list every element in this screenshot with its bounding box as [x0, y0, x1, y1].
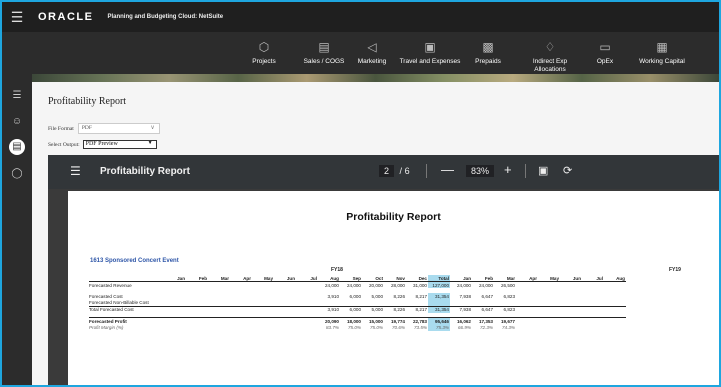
select-output-select[interactable]: PDF Preview [82, 140, 157, 149]
table-cell: 83.7% [325, 324, 339, 330]
table-cell: 70.6% [391, 324, 405, 330]
rotate-icon[interactable]: ⟳ [563, 164, 572, 177]
hamburger-menu-icon[interactable]: ☰ [2, 9, 32, 26]
table-cell: 75.0% [347, 324, 361, 330]
bag-icon[interactable]: ◯ [9, 166, 25, 182]
table-cell: 73.5% [413, 324, 427, 330]
select-output-row: Select Output: PDF Preview [48, 140, 157, 149]
table-cell: 75.0% [369, 324, 383, 330]
page-separator: / [399, 166, 403, 176]
table-cell [516, 324, 538, 331]
file-format-label: File Format [48, 125, 74, 132]
page-title: Profitability Report [48, 96, 127, 107]
select-output-label: Select Output: [48, 141, 80, 148]
table-row: Profit Margin (%) 83.7% 75.0% 75.0% 70.6% 73.… [89, 324, 626, 331]
fy19-label: FY19 [669, 267, 681, 273]
file-format-row: File Format PDF [48, 123, 160, 134]
report-title: Profitability Report [346, 211, 441, 223]
pdf-toolbar: ☰ Profitability Report 2 / 6 — 83% + ▣ ⟳ [48, 155, 719, 189]
table-cell [230, 324, 252, 331]
table-cell: 74.3% [501, 324, 515, 330]
toolbar-divider [426, 164, 427, 178]
oracle-logo: ORACLE [38, 11, 94, 23]
app-name: Planning and Budgeting Cloud: NetSuite [107, 14, 224, 20]
zoom-input[interactable]: 83% [466, 165, 495, 177]
table-cell: 72.3% [479, 324, 493, 330]
table-cell: 66.9% [457, 324, 471, 330]
table-cell [560, 324, 582, 331]
pdf-viewer: ☰ Profitability Report 2 / 6 — 83% + ▣ ⟳… [48, 155, 719, 385]
nav-decorative-stripe [32, 74, 719, 82]
zoom-out-icon[interactable]: — [441, 162, 454, 177]
table-cell: 75.3% [428, 324, 450, 331]
table-cell [274, 324, 296, 331]
list-icon[interactable]: ☰ [9, 88, 25, 104]
page-number-input[interactable]: 2 [379, 165, 395, 177]
page-total: 6 [404, 166, 410, 176]
toolbar-divider [525, 164, 526, 178]
table-cell [538, 324, 560, 331]
menu-icon[interactable]: ☰ [70, 164, 81, 178]
event-name: 1613 Sponsored Concert Event [90, 258, 179, 264]
fit-page-icon[interactable]: ▣ [538, 164, 548, 177]
pdf-page: Profitability Report 1613 Sponsored Conc… [68, 191, 719, 385]
nav-item-working-capital[interactable]: ▦ Working Capital [622, 40, 702, 66]
row-label: Profit Margin (%) [89, 324, 124, 330]
app-window: ☰ ORACLE Planning and Budgeting Cloud: N… [2, 2, 719, 385]
left-rail: ☰ ☺ ▤ ◯ [2, 82, 32, 385]
pdf-title: Profitability Report [100, 166, 191, 177]
table-cell [164, 324, 186, 331]
table-cell [296, 324, 318, 331]
report-table: Jan Feb Mar Apr May Jun Jul Aug Sep Oct Nov Dec Tota… [89, 275, 626, 331]
nav-label: Working Capital [639, 58, 685, 65]
top-bar: ☰ ORACLE Planning and Budgeting Cloud: N… [2, 2, 719, 32]
zoom-in-icon[interactable]: + [504, 162, 512, 177]
report-icon[interactable]: ▤ [9, 139, 25, 155]
file-format-select[interactable]: PDF [77, 123, 160, 134]
table-cell [582, 324, 604, 331]
table-cell [604, 324, 626, 331]
fy18-label: FY18 [331, 267, 343, 273]
table-cell [252, 324, 274, 331]
users-icon[interactable]: ☺ [9, 114, 25, 130]
table-cell [186, 324, 208, 331]
table-cell [208, 324, 230, 331]
page-indicator: 2 / 6 [379, 165, 410, 177]
main-content: Profitability Report File Format PDF Sel… [32, 82, 719, 385]
calculator-icon: ▦ [656, 40, 668, 54]
